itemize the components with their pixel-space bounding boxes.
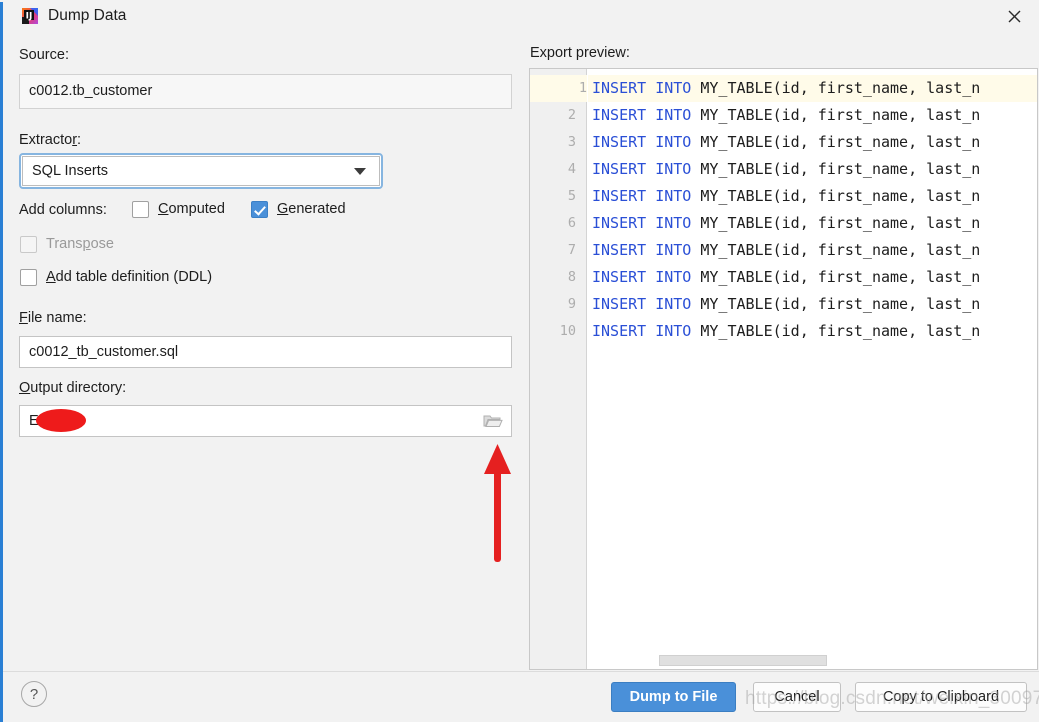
sql-keyword: INSERT INTO [592,106,692,124]
sql-rest: MY_TABLE(id, first_name, last_n [691,241,981,259]
checkbox-transpose-box [20,236,37,253]
extractor-label: Extractor: [19,132,82,148]
code-line: INSERT INTO MY_TABLE(id, first_name, las… [592,183,980,210]
checkbox-add-table-definition[interactable]: Add table definition (DDL) [20,269,212,286]
source-field-value: c0012.tb_customer [29,83,153,100]
code-line: INSERT INTO MY_TABLE(id, first_name, las… [588,75,1037,102]
up-arrow-annotation-icon [478,444,518,564]
export-preview-label: Export preview: [530,45,630,61]
title-bar: IJ Dump Data [3,0,1039,33]
chevron-down-icon [354,168,366,175]
line-number: 8 [567,269,576,285]
sql-rest: MY_TABLE(id, first_name, last_n [691,268,981,286]
checkbox-add-table-definition-box[interactable] [20,269,37,286]
add-columns-label: Add columns: [19,202,107,218]
checkbox-computed[interactable]: Computed [132,201,225,218]
sql-rest: MY_TABLE(id, first_name, last_n [691,214,981,232]
line-number: 7 [567,242,576,258]
line-number: 3 [567,134,576,150]
sql-keyword: INSERT INTO [592,268,692,286]
copy-to-clipboard-button[interactable]: Copy to Clipboard [855,682,1027,712]
line-number-gutter: 1 2 3 4 5 6 7 8 9 10 [530,69,587,669]
help-button[interactable]: ? [21,681,47,707]
line-number: 2 [567,107,576,123]
sql-keyword: INSERT INTO [592,295,692,313]
sql-keyword: INSERT INTO [592,214,692,232]
line-number: 4 [567,161,576,177]
horizontal-scrollbar-thumb[interactable] [659,655,827,666]
sql-keyword: INSERT INTO [592,241,692,259]
window-title: Dump Data [48,7,127,24]
dump-data-dialog: IJ Dump Data Source: c0012.tb_customer E… [0,0,1039,722]
code-line: INSERT INTO MY_TABLE(id, first_name, las… [592,156,980,183]
sql-rest: MY_TABLE(id, first_name, last_n [691,322,981,340]
checkbox-computed-box[interactable] [132,201,149,218]
checkbox-generated-box[interactable] [251,201,268,218]
file-name-value: c0012_tb_customer.sql [29,343,179,360]
checkbox-add-table-definition-label: Add table definition (DDL) [46,269,213,285]
redaction-blob [36,409,86,432]
code-area[interactable]: INSERT INTO MY_TABLE(id, first_name, las… [588,69,1037,669]
checkbox-transpose: Transpose [20,236,114,253]
code-line: INSERT INTO MY_TABLE(id, first_name, las… [592,237,980,264]
sql-rest: MY_TABLE(id, first_name, last_n [691,295,981,313]
sql-keyword: INSERT INTO [592,160,692,178]
sql-rest: MY_TABLE(id, first_name, last_n [691,106,981,124]
window-left-accent-edge [0,0,3,722]
svg-text:IJ: IJ [26,12,33,22]
sql-keyword: INSERT INTO [592,322,692,340]
extractor-dropdown[interactable]: SQL Inserts [19,153,383,189]
sql-keyword: INSERT INTO [592,133,692,151]
sql-rest: MY_TABLE(id, first_name, last_n [691,79,981,97]
sql-rest: MY_TABLE(id, first_name, last_n [691,133,981,151]
line-number: 6 [567,215,576,231]
jetbrains-logo-icon: IJ [20,6,40,26]
sql-rest: MY_TABLE(id, first_name, last_n [691,160,981,178]
extractor-label-mnemonic: r [72,132,78,148]
line-number: 9 [567,296,576,312]
checkbox-generated-label: Generated [277,201,346,217]
sql-keyword: INSERT INTO [592,187,692,205]
code-line: INSERT INTO MY_TABLE(id, first_name, las… [592,264,980,291]
sql-rest: MY_TABLE(id, first_name, last_n [691,187,981,205]
close-icon[interactable] [993,2,1037,32]
line-number: 10 [559,323,576,339]
horizontal-scrollbar-track[interactable] [588,653,1037,669]
code-line: INSERT INTO MY_TABLE(id, first_name, las… [592,102,980,129]
cancel-button[interactable]: Cancel [753,682,841,712]
output-directory-label: Output directory: [19,380,127,396]
export-preview-panel[interactable]: 1 2 3 4 5 6 7 8 9 10 INSERT INTO MY_TABL… [529,68,1038,670]
checkbox-computed-label: Computed [158,201,225,217]
line-number: 5 [567,188,576,204]
code-line: INSERT INTO MY_TABLE(id, first_name, las… [592,210,980,237]
code-line: INSERT INTO MY_TABLE(id, first_name, las… [592,291,980,318]
output-directory-input[interactable]: E [19,405,512,437]
line-number: 1 [530,75,587,102]
checkbox-transpose-label: Transpose [46,236,114,252]
file-name-input[interactable]: c0012_tb_customer.sql [19,336,512,368]
code-line: INSERT INTO MY_TABLE(id, first_name, las… [592,129,980,156]
sql-keyword: INSERT INTO [592,79,692,97]
folder-open-icon[interactable] [478,408,508,434]
dump-to-file-button[interactable]: Dump to File [611,682,736,712]
source-label: Source: [19,47,69,63]
extractor-selected-value: SQL Inserts [32,163,109,179]
file-name-label: File name: [19,310,87,326]
checkbox-generated[interactable]: Generated [251,201,346,218]
source-field[interactable]: c0012.tb_customer [19,74,512,109]
code-line: INSERT INTO MY_TABLE(id, first_name, las… [592,318,980,345]
